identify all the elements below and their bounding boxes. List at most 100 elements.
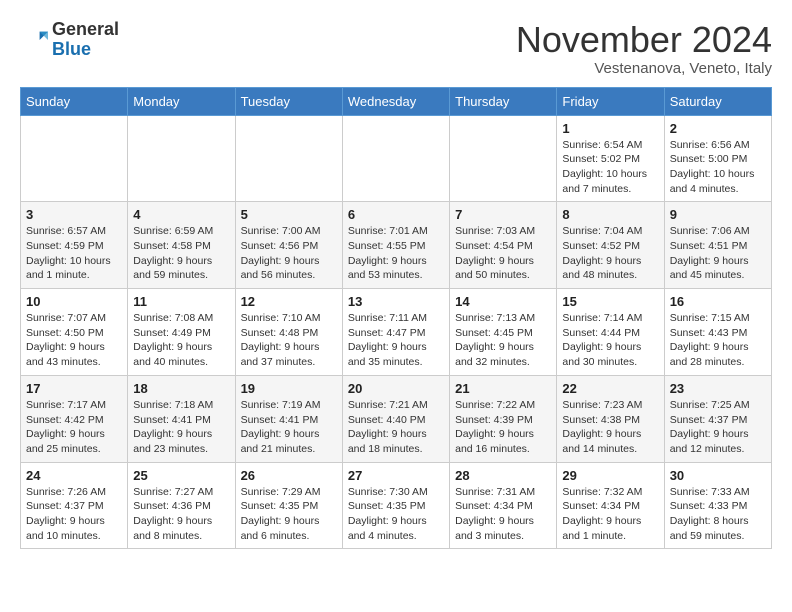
day-number: 20	[348, 381, 444, 396]
week-row-0: 1 Sunrise: 6:54 AM Sunset: 5:02 PM Daylig…	[21, 115, 772, 202]
day-cell	[450, 115, 557, 202]
day-cell	[21, 115, 128, 202]
day-cell: 1 Sunrise: 6:54 AM Sunset: 5:02 PM Daylig…	[557, 115, 664, 202]
day-cell	[235, 115, 342, 202]
day-cell: 25 Sunrise: 7:27 AM Sunset: 4:36 PM Dayli…	[128, 462, 235, 549]
calendar-table: SundayMondayTuesdayWednesdayThursdayFrid…	[20, 87, 772, 550]
day-cell: 16 Sunrise: 7:15 AM Sunset: 4:43 PM Dayli…	[664, 289, 771, 376]
day-info: Sunrise: 7:15 AM Sunset: 4:43 PM Dayligh…	[670, 311, 766, 370]
day-info: Sunrise: 7:01 AM Sunset: 4:55 PM Dayligh…	[348, 224, 444, 283]
day-number: 1	[562, 121, 658, 136]
day-cell: 24 Sunrise: 7:26 AM Sunset: 4:37 PM Dayli…	[21, 462, 128, 549]
day-number: 16	[670, 294, 766, 309]
day-number: 18	[133, 381, 229, 396]
day-cell: 10 Sunrise: 7:07 AM Sunset: 4:50 PM Dayli…	[21, 289, 128, 376]
day-number: 30	[670, 468, 766, 483]
logo-general: General	[52, 19, 119, 39]
day-number: 13	[348, 294, 444, 309]
day-number: 5	[241, 207, 337, 222]
day-number: 8	[562, 207, 658, 222]
calendar-body: 1 Sunrise: 6:54 AM Sunset: 5:02 PM Daylig…	[21, 115, 772, 549]
day-cell: 6Sunrise: 7:01 AM Sunset: 4:55 PM Daylig…	[342, 202, 449, 289]
day-info: Sunrise: 7:13 AM Sunset: 4:45 PM Dayligh…	[455, 311, 551, 370]
header-cell-friday: Friday	[557, 87, 664, 115]
header-cell-sunday: Sunday	[21, 87, 128, 115]
day-cell: 3Sunrise: 6:57 AM Sunset: 4:59 PM Daylig…	[21, 202, 128, 289]
day-number: 4	[133, 207, 229, 222]
day-number: 22	[562, 381, 658, 396]
day-cell: 9Sunrise: 7:06 AM Sunset: 4:51 PM Daylig…	[664, 202, 771, 289]
header-cell-thursday: Thursday	[450, 87, 557, 115]
day-cell: 30 Sunrise: 7:33 AM Sunset: 4:33 PM Dayli…	[664, 462, 771, 549]
header-cell-wednesday: Wednesday	[342, 87, 449, 115]
day-number: 12	[241, 294, 337, 309]
day-info: Sunrise: 7:21 AM Sunset: 4:40 PM Dayligh…	[348, 398, 444, 457]
day-cell: 2Sunrise: 6:56 AM Sunset: 5:00 PM Daylig…	[664, 115, 771, 202]
title-area: November 2024 Vestenanova, Veneto, Italy	[516, 20, 772, 77]
day-info: Sunrise: 6:54 AM Sunset: 5:02 PM Dayligh…	[562, 138, 658, 197]
header-cell-saturday: Saturday	[664, 87, 771, 115]
day-cell: 20 Sunrise: 7:21 AM Sunset: 4:40 PM Dayli…	[342, 375, 449, 462]
day-info: Sunrise: 7:14 AM Sunset: 4:44 PM Dayligh…	[562, 311, 658, 370]
day-cell: 27Sunrise: 7:30 AM Sunset: 4:35 PM Dayli…	[342, 462, 449, 549]
day-info: Sunrise: 7:33 AM Sunset: 4:33 PM Dayligh…	[670, 485, 766, 544]
day-info: Sunrise: 7:03 AM Sunset: 4:54 PM Dayligh…	[455, 224, 551, 283]
day-number: 19	[241, 381, 337, 396]
day-cell: 19 Sunrise: 7:19 AM Sunset: 4:41 PM Dayli…	[235, 375, 342, 462]
day-cell: 28Sunrise: 7:31 AM Sunset: 4:34 PM Dayli…	[450, 462, 557, 549]
day-cell: 18 Sunrise: 7:18 AM Sunset: 4:41 PM Dayli…	[128, 375, 235, 462]
day-cell: 12Sunrise: 7:10 AM Sunset: 4:48 PM Dayli…	[235, 289, 342, 376]
day-info: Sunrise: 7:07 AM Sunset: 4:50 PM Dayligh…	[26, 311, 122, 370]
day-cell: 4Sunrise: 6:59 AM Sunset: 4:58 PM Daylig…	[128, 202, 235, 289]
day-number: 24	[26, 468, 122, 483]
day-number: 15	[562, 294, 658, 309]
day-number: 25	[133, 468, 229, 483]
month-title: November 2024	[516, 20, 772, 60]
logo: General Blue	[20, 20, 119, 60]
day-cell	[342, 115, 449, 202]
day-info: Sunrise: 7:08 AM Sunset: 4:49 PM Dayligh…	[133, 311, 229, 370]
day-info: Sunrise: 6:57 AM Sunset: 4:59 PM Dayligh…	[26, 224, 122, 283]
day-info: Sunrise: 7:18 AM Sunset: 4:41 PM Dayligh…	[133, 398, 229, 457]
day-info: Sunrise: 7:06 AM Sunset: 4:51 PM Dayligh…	[670, 224, 766, 283]
day-info: Sunrise: 7:26 AM Sunset: 4:37 PM Dayligh…	[26, 485, 122, 544]
day-info: Sunrise: 7:27 AM Sunset: 4:36 PM Dayligh…	[133, 485, 229, 544]
day-info: Sunrise: 7:29 AM Sunset: 4:35 PM Dayligh…	[241, 485, 337, 544]
week-row-4: 24 Sunrise: 7:26 AM Sunset: 4:37 PM Dayli…	[21, 462, 772, 549]
day-cell: 23 Sunrise: 7:25 AM Sunset: 4:37 PM Dayli…	[664, 375, 771, 462]
logo-text: General Blue	[52, 20, 119, 60]
day-number: 21	[455, 381, 551, 396]
calendar-header-row: SundayMondayTuesdayWednesdayThursdayFrid…	[21, 87, 772, 115]
day-cell: 21Sunrise: 7:22 AM Sunset: 4:39 PM Dayli…	[450, 375, 557, 462]
subtitle: Vestenanova, Veneto, Italy	[516, 60, 772, 77]
day-number: 2	[670, 121, 766, 136]
day-number: 29	[562, 468, 658, 483]
day-info: Sunrise: 7:23 AM Sunset: 4:38 PM Dayligh…	[562, 398, 658, 457]
day-cell: 8Sunrise: 7:04 AM Sunset: 4:52 PM Daylig…	[557, 202, 664, 289]
day-cell: 14 Sunrise: 7:13 AM Sunset: 4:45 PM Dayli…	[450, 289, 557, 376]
day-number: 14	[455, 294, 551, 309]
day-cell: 7 Sunrise: 7:03 AM Sunset: 4:54 PM Daylig…	[450, 202, 557, 289]
day-number: 7	[455, 207, 551, 222]
day-number: 17	[26, 381, 122, 396]
header: General Blue November 2024 Vestenanova, …	[20, 20, 772, 77]
day-cell: 13 Sunrise: 7:11 AM Sunset: 4:47 PM Dayli…	[342, 289, 449, 376]
day-number: 10	[26, 294, 122, 309]
day-cell: 22 Sunrise: 7:23 AM Sunset: 4:38 PM Dayli…	[557, 375, 664, 462]
day-number: 26	[241, 468, 337, 483]
day-cell: 17 Sunrise: 7:17 AM Sunset: 4:42 PM Dayli…	[21, 375, 128, 462]
day-info: Sunrise: 7:25 AM Sunset: 4:37 PM Dayligh…	[670, 398, 766, 457]
day-info: Sunrise: 7:17 AM Sunset: 4:42 PM Dayligh…	[26, 398, 122, 457]
day-info: Sunrise: 7:11 AM Sunset: 4:47 PM Dayligh…	[348, 311, 444, 370]
week-row-2: 10 Sunrise: 7:07 AM Sunset: 4:50 PM Dayli…	[21, 289, 772, 376]
day-cell: 26 Sunrise: 7:29 AM Sunset: 4:35 PM Dayli…	[235, 462, 342, 549]
day-info: Sunrise: 7:00 AM Sunset: 4:56 PM Dayligh…	[241, 224, 337, 283]
day-info: Sunrise: 7:19 AM Sunset: 4:41 PM Dayligh…	[241, 398, 337, 457]
week-row-3: 17 Sunrise: 7:17 AM Sunset: 4:42 PM Dayli…	[21, 375, 772, 462]
day-number: 11	[133, 294, 229, 309]
day-number: 28	[455, 468, 551, 483]
day-cell	[128, 115, 235, 202]
header-cell-tuesday: Tuesday	[235, 87, 342, 115]
day-number: 23	[670, 381, 766, 396]
day-cell: 5 Sunrise: 7:00 AM Sunset: 4:56 PM Daylig…	[235, 202, 342, 289]
